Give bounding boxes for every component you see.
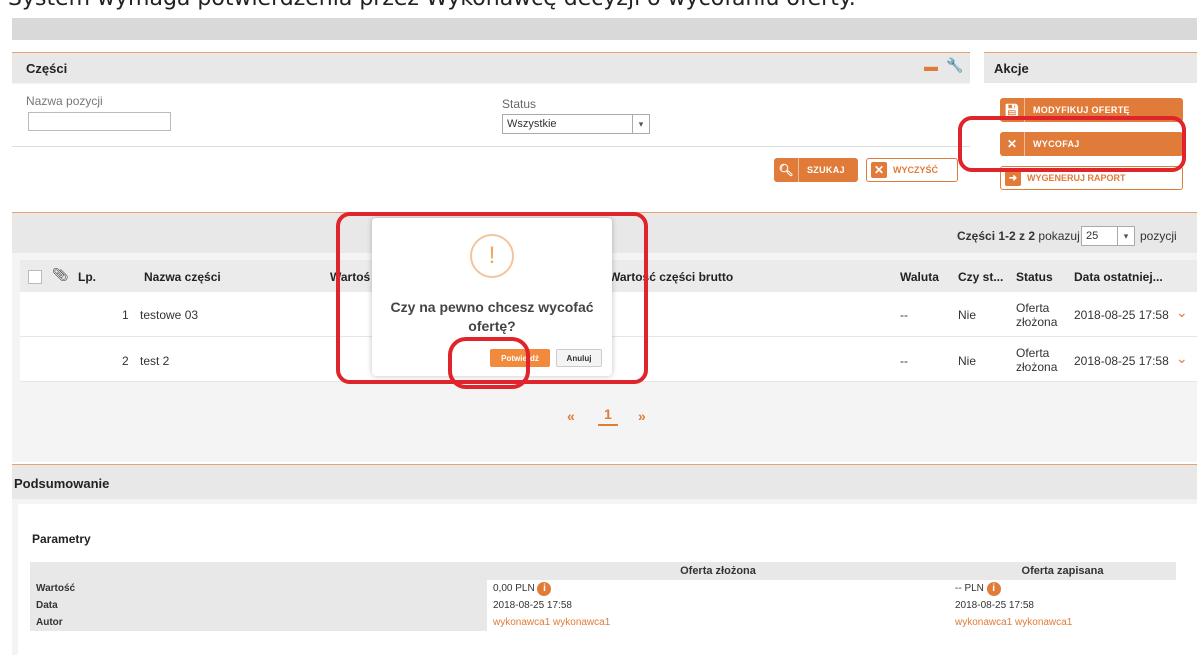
status-filter-select[interactable]: Wszystkie ▾ xyxy=(502,114,650,134)
close-icon: ✕ xyxy=(871,162,887,178)
page-caption: System wymaga potwierdzenia przez Wykona… xyxy=(8,0,856,11)
minimize-icon[interactable]: ▬ xyxy=(924,58,938,74)
pager-next[interactable]: » xyxy=(638,408,646,424)
summary-panel: Podsumowanie Parametry Oferta złożona Of… xyxy=(12,464,1197,655)
author-link[interactable]: wykonawca1 wykonawca1 xyxy=(487,614,949,631)
params-title: Parametry xyxy=(32,532,91,546)
clear-button[interactable]: ✕ WYCZYŚĆ xyxy=(866,158,958,182)
author-link[interactable]: wykonawca1 wykonawca1 xyxy=(949,614,1176,631)
pager-current[interactable]: 1 xyxy=(598,406,618,426)
table-summary: Części 1-2 z 2 pokazuj xyxy=(957,229,1080,243)
col-date[interactable]: Data ostatniej... xyxy=(1074,270,1163,284)
info-icon[interactable]: i xyxy=(537,581,552,596)
top-bar xyxy=(12,18,1197,40)
parts-panel-title: Części xyxy=(26,61,68,76)
col-currency[interactable]: Waluta xyxy=(900,270,939,284)
wrench-icon[interactable]: 🔧 xyxy=(946,57,963,74)
select-all-checkbox[interactable] xyxy=(28,270,42,284)
col-status[interactable]: Status xyxy=(1016,270,1053,284)
col-lp[interactable]: Lp. xyxy=(78,270,96,284)
actions-panel-title: Akcje xyxy=(994,61,1029,76)
chevron-down-icon[interactable]: ⌄ xyxy=(1176,350,1188,367)
col-czy[interactable]: Czy st... xyxy=(958,270,1003,284)
export-icon: ➜ xyxy=(1005,170,1021,186)
params-table: Oferta złożona Oferta zapisana Wartość 0… xyxy=(30,562,1176,631)
info-icon[interactable]: i xyxy=(986,581,1001,596)
name-filter-input[interactable] xyxy=(28,112,171,131)
chevron-down-icon[interactable]: ⌄ xyxy=(1176,304,1188,321)
chevron-down-icon: ▾ xyxy=(1117,227,1134,245)
col-name[interactable]: Nazwa części xyxy=(144,270,221,284)
highlight-withdraw xyxy=(958,116,1186,172)
paperclip-icon: 📎︎ xyxy=(52,267,69,282)
page-size-select[interactable]: 25 ▾ xyxy=(1081,226,1135,246)
search-icon: 🔍︎ xyxy=(774,158,799,182)
search-button[interactable]: 🔍︎ SZUKAJ xyxy=(774,158,858,182)
status-filter-label: Status xyxy=(502,97,537,111)
chevron-down-icon: ▾ xyxy=(632,115,649,133)
summary-title: Podsumowanie xyxy=(14,476,110,491)
pager-prev[interactable]: « xyxy=(567,408,575,424)
highlight-confirm xyxy=(448,337,530,389)
parts-panel: Części ▬ 🔧 Nazwa pozycji Status Wszystki… xyxy=(12,52,970,194)
items-label: pozycji xyxy=(1140,229,1177,243)
name-filter-label: Nazwa pozycji xyxy=(26,94,103,108)
